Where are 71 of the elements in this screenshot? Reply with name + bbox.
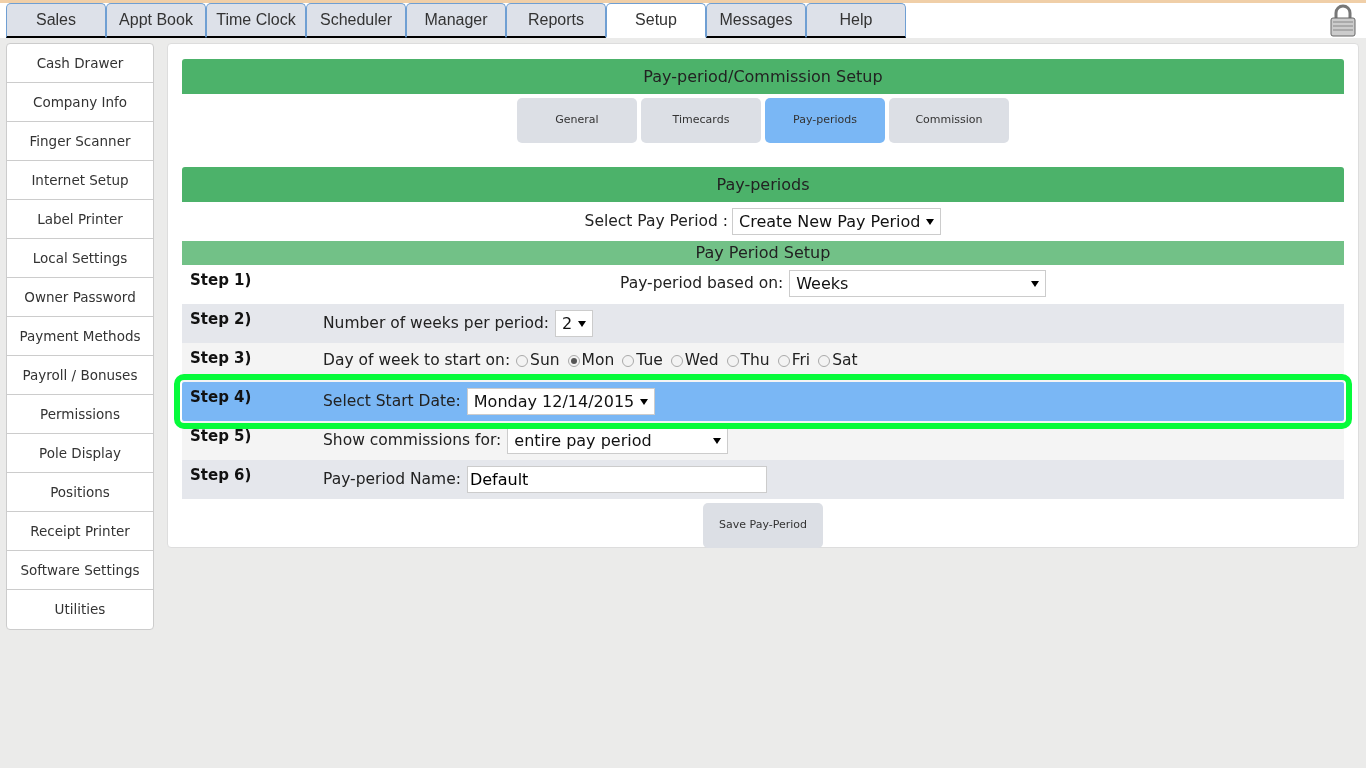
select-field[interactable]: Monday 12/14/2015	[466, 388, 656, 415]
sidebar-item[interactable]: Owner Password	[7, 278, 153, 317]
section-header: Pay-periods	[182, 167, 1344, 202]
caret-icon	[713, 437, 722, 444]
nav-tab[interactable]: Messages	[706, 3, 806, 38]
sidebar-item[interactable]: Receipt Printer	[7, 512, 153, 551]
radio-label: Sat	[832, 350, 858, 371]
radio-button[interactable]	[516, 354, 529, 367]
nav-tab[interactable]: Help	[806, 3, 906, 38]
step-label: Step 4)	[189, 387, 253, 408]
sidebar-item[interactable]: Finger Scanner	[7, 122, 153, 161]
radio-label: Tue	[636, 350, 663, 371]
radio-button[interactable]	[670, 354, 683, 367]
step-label: Step 3)	[189, 348, 253, 369]
step-label: Step 6)	[189, 465, 253, 486]
radio-button[interactable]	[726, 354, 739, 367]
nav-tab[interactable]: Time Clock	[206, 3, 306, 38]
radio-label: Sun	[530, 350, 560, 371]
sidebar-item[interactable]: Permissions	[7, 395, 153, 434]
step-label: Step 2)	[189, 309, 253, 330]
field-label: Select Start Date:	[323, 390, 461, 412]
sidebar-item[interactable]: Company Info	[7, 83, 153, 122]
radio-button[interactable]	[818, 354, 831, 367]
field-label: Select Pay Period :	[584, 210, 729, 232]
sidebar-item[interactable]: Payroll / Bonuses	[7, 356, 153, 395]
step-label: Step 1)	[189, 270, 253, 291]
pay-period-select[interactable]: Create New Pay Period	[732, 208, 942, 235]
caret-icon	[1031, 280, 1040, 287]
panel-header: Pay-period/Commission Setup	[182, 59, 1344, 94]
text-field[interactable]: Default	[466, 466, 767, 493]
nav-tab[interactable]: Scheduler	[306, 3, 406, 38]
radio-button[interactable]	[622, 354, 635, 367]
select-field[interactable]: 2	[555, 310, 594, 337]
select-field[interactable]: Weeks	[789, 270, 1047, 297]
radio-button[interactable]	[777, 354, 790, 367]
field-label: Show commissions for:	[323, 429, 502, 451]
nav-tab[interactable]: Sales	[6, 3, 106, 38]
sidebar-item[interactable]: Internet Setup	[7, 161, 153, 200]
radio-label: Wed	[684, 350, 719, 371]
sidebar-item[interactable]: Software Settings	[7, 551, 153, 590]
radio-label: Thu	[740, 350, 770, 371]
field-label: Pay-period Name:	[323, 468, 461, 490]
sidebar-item[interactable]: Local Settings	[7, 239, 153, 278]
sidebar-item[interactable]: Cash Drawer	[7, 44, 153, 83]
nav-tab[interactable]: Setup	[606, 3, 706, 38]
caret-icon	[578, 320, 587, 327]
caret-icon	[926, 218, 935, 225]
sidebar-item[interactable]: Pole Display	[7, 434, 153, 473]
sidebar-item[interactable]: Utilities	[7, 590, 153, 629]
field-label: Day of week to start on:	[323, 350, 511, 371]
sidebar-item[interactable]: Payment Methods	[7, 317, 153, 356]
nav-tab[interactable]: Manager	[406, 3, 506, 38]
radio-label: Mon	[581, 350, 615, 371]
radio-button[interactable]	[567, 354, 580, 367]
select-field[interactable]: entire pay period	[507, 427, 729, 454]
caret-icon	[640, 398, 649, 405]
field-label: Pay-period based on:	[620, 272, 784, 294]
tab[interactable]: Timecards	[641, 98, 761, 143]
field-label: Number of weeks per period:	[323, 312, 550, 334]
radio-label: Fri	[791, 350, 811, 371]
step-label: Step 5)	[189, 426, 253, 447]
sidebar-item[interactable]: Positions	[7, 473, 153, 512]
subsection-header: Pay Period Setup	[182, 241, 1344, 265]
lock-icon[interactable]	[1330, 4, 1356, 37]
sidebar-item[interactable]: Label Printer	[7, 200, 153, 239]
save-button[interactable]: Save Pay-Period	[703, 503, 823, 548]
tab[interactable]: General	[517, 98, 637, 143]
nav-tab[interactable]: Reports	[506, 3, 606, 38]
tab[interactable]: Pay-periods	[765, 98, 885, 143]
tab[interactable]: Commission	[889, 98, 1009, 143]
nav-tab[interactable]: Appt Book	[106, 3, 206, 38]
